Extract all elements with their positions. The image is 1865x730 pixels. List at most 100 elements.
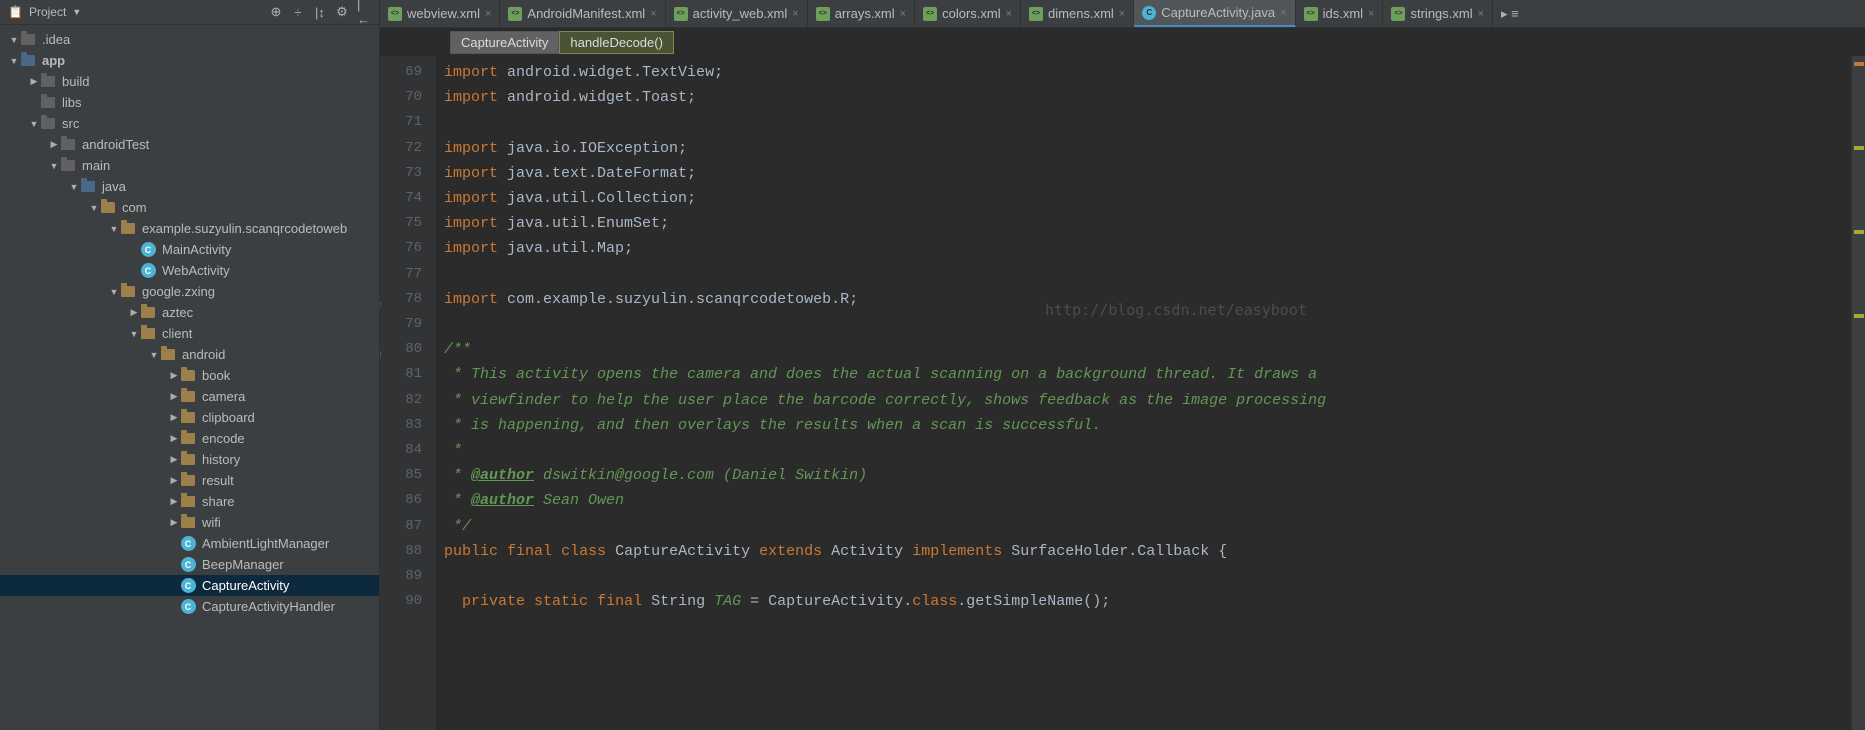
code-line[interactable]: import android.widget.TextView; bbox=[444, 60, 1851, 85]
tree-item-result[interactable]: result bbox=[0, 470, 379, 491]
code-line[interactable]: * bbox=[444, 438, 1851, 463]
tabs-overflow[interactable]: ▸ ≡ bbox=[1493, 0, 1527, 27]
code-area[interactable]: import android.widget.TextView;import an… bbox=[436, 56, 1851, 730]
tree-item-encode[interactable]: encode bbox=[0, 428, 379, 449]
tree-arrow[interactable] bbox=[108, 287, 120, 297]
code-line[interactable]: import android.widget.Toast; bbox=[444, 85, 1851, 110]
stripe-mark[interactable] bbox=[1854, 62, 1864, 66]
code-line[interactable]: * viewfinder to help the user place the … bbox=[444, 388, 1851, 413]
tree-arrow[interactable] bbox=[68, 182, 80, 192]
close-icon[interactable]: × bbox=[1280, 7, 1286, 19]
tab-colors-xml[interactable]: <>colors.xml× bbox=[915, 0, 1021, 27]
tree-item-ambientlightmanager[interactable]: CAmbientLightManager bbox=[0, 533, 379, 554]
tree-item-share[interactable]: share bbox=[0, 491, 379, 512]
tree-item-client[interactable]: client bbox=[0, 323, 379, 344]
tree-item-google-zxing[interactable]: google.zxing bbox=[0, 281, 379, 302]
tree-arrow[interactable] bbox=[168, 454, 180, 465]
code-line[interactable]: import java.io.IOException; bbox=[444, 136, 1851, 161]
project-tree[interactable]: .ideaappbuildlibssrcandroidTestmainjavac… bbox=[0, 25, 379, 730]
code-line[interactable]: * @author Sean Owen bbox=[444, 488, 1851, 513]
code-line[interactable]: public final class CaptureActivity exten… bbox=[444, 539, 1851, 564]
tree-arrow[interactable] bbox=[168, 517, 180, 528]
tree-arrow[interactable] bbox=[168, 496, 180, 507]
tree-item--idea[interactable]: .idea bbox=[0, 29, 379, 50]
tree-arrow[interactable] bbox=[168, 475, 180, 486]
code-line[interactable] bbox=[444, 110, 1851, 135]
collapse-icon[interactable]: |← bbox=[357, 5, 371, 19]
code-line[interactable]: import java.util.Collection; bbox=[444, 186, 1851, 211]
tree-item-captureactivity[interactable]: CCaptureActivity bbox=[0, 575, 379, 596]
code-line[interactable]: * @author dswitkin@google.com (Daniel Sw… bbox=[444, 463, 1851, 488]
tree-arrow[interactable] bbox=[48, 161, 60, 171]
tree-arrow[interactable] bbox=[8, 56, 20, 66]
tree-item-captureactivityhandler[interactable]: CCaptureActivityHandler bbox=[0, 596, 379, 617]
tree-item-build[interactable]: build bbox=[0, 71, 379, 92]
split-icon[interactable]: |↕ bbox=[313, 5, 327, 19]
tree-arrow[interactable] bbox=[88, 203, 100, 213]
tree-arrow[interactable] bbox=[8, 35, 20, 45]
breadcrumb-item[interactable]: handleDecode() bbox=[559, 31, 674, 54]
tree-arrow[interactable] bbox=[168, 370, 180, 381]
tree-item-book[interactable]: book bbox=[0, 365, 379, 386]
code-line[interactable] bbox=[444, 262, 1851, 287]
tree-arrow[interactable] bbox=[28, 76, 40, 87]
breadcrumb-item[interactable]: CaptureActivity bbox=[450, 31, 559, 54]
target-icon[interactable]: ⊕ bbox=[269, 5, 283, 19]
tab-activity_web-xml[interactable]: <>activity_web.xml× bbox=[666, 0, 808, 27]
close-icon[interactable]: × bbox=[1368, 8, 1374, 20]
tab-webview-xml[interactable]: <>webview.xml× bbox=[380, 0, 500, 27]
gear-icon[interactable]: ⚙ bbox=[335, 5, 349, 19]
error-stripe[interactable] bbox=[1851, 56, 1865, 730]
tree-arrow[interactable] bbox=[148, 350, 160, 360]
tree-item-main[interactable]: main bbox=[0, 155, 379, 176]
tree-item-androidtest[interactable]: androidTest bbox=[0, 134, 379, 155]
close-icon[interactable]: × bbox=[485, 8, 491, 20]
tree-arrow[interactable] bbox=[128, 329, 140, 339]
tree-arrow[interactable] bbox=[28, 119, 40, 129]
code-line[interactable]: private static final String TAG = Captur… bbox=[444, 589, 1851, 614]
tree-arrow[interactable] bbox=[108, 224, 120, 234]
close-icon[interactable]: × bbox=[792, 8, 798, 20]
tab-ids-xml[interactable]: <>ids.xml× bbox=[1296, 0, 1384, 27]
tree-item-libs[interactable]: libs bbox=[0, 92, 379, 113]
code-line[interactable]: import com.example.suzyulin.scanqrcodeto… bbox=[444, 287, 1851, 312]
tree-item-webactivity[interactable]: CWebActivity bbox=[0, 260, 379, 281]
close-icon[interactable]: × bbox=[1006, 8, 1012, 20]
tree-item-src[interactable]: src bbox=[0, 113, 379, 134]
tree-item-camera[interactable]: camera bbox=[0, 386, 379, 407]
tree-item-clipboard[interactable]: clipboard bbox=[0, 407, 379, 428]
tree-arrow[interactable] bbox=[168, 391, 180, 402]
tree-item-com[interactable]: com bbox=[0, 197, 379, 218]
code-line[interactable]: import java.util.Map; bbox=[444, 236, 1851, 261]
tree-arrow[interactable] bbox=[168, 433, 180, 444]
tree-item-history[interactable]: history bbox=[0, 449, 379, 470]
tab-AndroidManifest-xml[interactable]: <>AndroidManifest.xml× bbox=[500, 0, 665, 27]
tree-item-mainactivity[interactable]: CMainActivity bbox=[0, 239, 379, 260]
dropdown-icon[interactable]: ▼ bbox=[72, 7, 81, 17]
close-icon[interactable]: × bbox=[650, 8, 656, 20]
tab-arrays-xml[interactable]: <>arrays.xml× bbox=[808, 0, 915, 27]
stripe-mark[interactable] bbox=[1854, 314, 1864, 318]
tree-item-android[interactable]: android bbox=[0, 344, 379, 365]
tree-arrow[interactable] bbox=[168, 412, 180, 423]
tab-strings-xml[interactable]: <>strings.xml× bbox=[1383, 0, 1493, 27]
tab-CaptureActivity-java[interactable]: CCaptureActivity.java× bbox=[1134, 0, 1295, 27]
divide-icon[interactable]: ÷ bbox=[291, 5, 305, 19]
code-line[interactable]: * is happening, and then overlays the re… bbox=[444, 413, 1851, 438]
tree-item-example-suzyulin-scanqrcodetoweb[interactable]: example.suzyulin.scanqrcodetoweb bbox=[0, 218, 379, 239]
code-line[interactable]: import java.util.EnumSet; bbox=[444, 211, 1851, 236]
tab-dimens-xml[interactable]: <>dimens.xml× bbox=[1021, 0, 1134, 27]
tree-arrow[interactable] bbox=[128, 307, 140, 318]
close-icon[interactable]: × bbox=[900, 8, 906, 20]
tree-item-java[interactable]: java bbox=[0, 176, 379, 197]
close-icon[interactable]: × bbox=[1119, 8, 1125, 20]
tree-item-aztec[interactable]: aztec bbox=[0, 302, 379, 323]
close-icon[interactable]: × bbox=[1478, 8, 1484, 20]
tree-arrow[interactable] bbox=[48, 139, 60, 150]
code-line[interactable]: * This activity opens the camera and doe… bbox=[444, 362, 1851, 387]
stripe-mark[interactable] bbox=[1854, 146, 1864, 150]
code-line[interactable] bbox=[444, 564, 1851, 589]
tree-item-app[interactable]: app bbox=[0, 50, 379, 71]
code-line[interactable]: */ bbox=[444, 514, 1851, 539]
code-line[interactable]: /** bbox=[444, 337, 1851, 362]
